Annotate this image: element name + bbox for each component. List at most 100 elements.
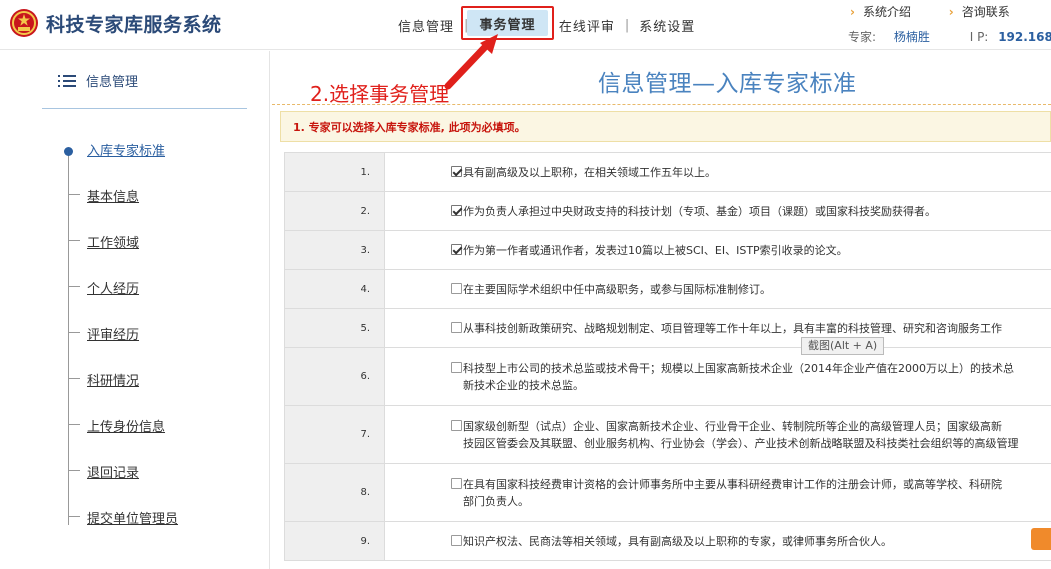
criteria-number: 5.	[284, 308, 385, 348]
app-title: 科技专家库服务系统	[46, 14, 222, 36]
criteria-checkbox[interactable]	[451, 419, 462, 431]
criteria-row: 5. 从事科技创新政策研究、战略规划制定、项目管理等工作十年以上，具有丰富的科技管…	[284, 308, 1051, 348]
top-header: 科技专家库服务系统 信息管理 | 事务管理 | 在线评审 | 系统设置 事务管理…	[0, 0, 1051, 50]
national-emblem-logo	[10, 9, 38, 37]
criteria-cell: 从事科技创新政策研究、战略规划制定、项目管理等工作十年以上，具有丰富的科技管理、…	[384, 308, 1051, 348]
contact-label: 咨询联系	[961, 5, 1010, 19]
annotation-label: 2.选择事务管理	[310, 82, 450, 106]
timeline-tick	[68, 194, 80, 195]
system-intro-link[interactable]: › 系统介绍	[850, 3, 911, 20]
criteria-row: 1. 具有副高级及以上职称，在相关领域工作五年以上。	[284, 152, 1051, 192]
sidebar-item-personal-history[interactable]: 个人经历	[87, 278, 139, 297]
criteria-row: 2. 作为负责人承担过中央财政支持的科技计划（专项、基金）项目（课题）或国家科技奖…	[284, 191, 1051, 231]
criteria-content: 知识产权法、民商法等相关领域，具有副高级及以上职称的专家，或律师事务所合伙人。	[451, 533, 1051, 550]
nav-online-review[interactable]: 在线评审	[553, 16, 621, 35]
list-menu-icon	[58, 74, 76, 88]
timeline-tick	[68, 470, 80, 471]
criteria-number: 9.	[284, 521, 385, 561]
criteria-text: 知识产权法、民商法等相关领域，具有副高级及以上职称的专家，或律师事务所合伙人。	[463, 534, 892, 548]
criteria-text: 具有副高级及以上职称，在相关领域工作五年以上。	[463, 165, 716, 179]
criteria-checkbox[interactable]	[451, 243, 462, 255]
timeline-tick	[68, 286, 80, 287]
sidebar-item-upload-id[interactable]: 上传身份信息	[87, 416, 165, 435]
criteria-cell: 在主要国际学术组织中任中高级职务，或参与国际标准制修订。	[384, 269, 1051, 309]
sidebar-item-basic-info[interactable]: 基本信息	[87, 186, 139, 205]
criteria-cell: 作为负责人承担过中央财政支持的科技计划（专项、基金）项目（课题）或国家科技奖励获…	[384, 191, 1051, 231]
criteria-cell: 在具有国家科技经费审计资格的会计师事务所中主要从事科研经费审计工作的注册会计师，…	[384, 463, 1051, 522]
criteria-row: 3. 作为第一作者或通讯作者，发表过10篇以上被SCI、EI、ISTP索引收录的论…	[284, 230, 1051, 270]
top-links: › 系统介绍 › 咨询联系	[850, 3, 1044, 20]
chevron-right-icon: ›	[850, 5, 855, 19]
divider	[42, 108, 247, 109]
criteria-number: 4.	[284, 269, 385, 309]
criteria-table: 1. 具有副高级及以上职称，在相关领域工作五年以上。 2. 作为负责人承担过中央财政支…	[284, 152, 1051, 561]
sidebar-item-research[interactable]: 科研情况	[87, 370, 139, 389]
sidebar-header: 信息管理	[58, 71, 138, 90]
criteria-content: 具有副高级及以上职称，在相关领域工作五年以上。	[451, 164, 1051, 181]
criteria-text: 技园区管委会及其联盟、创业服务机构、行业协会（学会）、产业技术创新战略联盟及科技…	[463, 436, 1019, 450]
timeline-tick	[68, 378, 80, 379]
active-dot-icon	[64, 147, 73, 156]
criteria-row: 9. 知识产权法、民商法等相关领域，具有副高级及以上职称的专家，或律师事务所合伙人…	[284, 521, 1051, 561]
criteria-content: 作为负责人承担过中央财政支持的科技计划（专项、基金）项目（课题）或国家科技奖励获…	[451, 203, 1051, 220]
criteria-checkbox[interactable]	[451, 477, 462, 489]
required-notice: 1. 专家可以选择入库专家标准, 此项为必填项。	[280, 111, 1051, 142]
criteria-text: 国家级创新型（试点）企业、国家高新技术企业、行业骨干企业、转制院所等企业的高级管…	[463, 419, 1002, 433]
sidebar-header-label: 信息管理	[86, 75, 139, 90]
criteria-cell: 知识产权法、民商法等相关领域，具有副高级及以上职称的专家，或律师事务所合伙人。	[384, 521, 1051, 561]
criteria-text: 科技型上市公司的技术总监或技术骨干；规模以上国家高新技术企业（2014年企业产值…	[463, 361, 1014, 375]
criteria-cell: 科技型上市公司的技术总监或技术骨干；规模以上国家高新技术企业（2014年企业产值…	[384, 347, 1051, 406]
user-info: 专家: 杨楠胜 I P: 192.168.	[848, 28, 1051, 45]
chevron-right-icon: ›	[948, 5, 954, 19]
system-intro-label: 系统介绍	[862, 5, 911, 19]
criteria-content: 在具有国家科技经费审计资格的会计师事务所中主要从事科研经费审计工作的注册会计师，…	[451, 476, 1051, 510]
nav-separator: |	[624, 17, 630, 33]
criteria-content: 在主要国际学术组织中任中高级职务，或参与国际标准制修订。	[451, 281, 1051, 298]
criteria-text: 新技术企业的技术总监。	[463, 378, 584, 392]
criteria-content: 从事科技创新政策研究、战略规划制定、项目管理等工作十年以上，具有丰富的科技管理、…	[451, 320, 1051, 337]
criteria-row: 4. 在主要国际学术组织中任中高级职务，或参与国际标准制修订。	[284, 269, 1051, 309]
criteria-checkbox[interactable]	[451, 204, 462, 216]
dashed-divider	[272, 104, 1051, 105]
timeline-tick	[68, 516, 80, 517]
sidebar-item-review-history[interactable]: 评审经历	[87, 324, 139, 343]
criteria-row: 6. 科技型上市公司的技术总监或技术骨干；规模以上国家高新技术企业（2014年企业…	[284, 347, 1051, 406]
contact-link[interactable]: › 咨询联系	[949, 3, 1010, 20]
criteria-cell: 作为第一作者或通讯作者，发表过10篇以上被SCI、EI、ISTP索引收录的论文。	[384, 230, 1051, 270]
sidebar-item-expert-standard[interactable]: 入库专家标准	[87, 140, 165, 159]
annotation-arrow-icon	[444, 34, 498, 90]
sidebar-item-return-records[interactable]: 退回记录	[87, 462, 139, 481]
criteria-text: 部门负责人。	[463, 494, 529, 508]
criteria-number: 2.	[284, 191, 385, 231]
criteria-text: 作为负责人承担过中央财政支持的科技计划（专项、基金）项目（课题）或国家科技奖励获…	[463, 204, 936, 218]
criteria-text: 从事科技创新政策研究、战略规划制定、项目管理等工作十年以上，具有丰富的科技管理、…	[463, 321, 1002, 335]
criteria-checkbox[interactable]	[451, 321, 462, 333]
sidebar-item-submit-admin[interactable]: 提交单位管理员	[87, 508, 178, 527]
criteria-content: 科技型上市公司的技术总监或技术骨干；规模以上国家高新技术企业（2014年企业产值…	[451, 360, 1051, 394]
criteria-cell: 具有副高级及以上职称，在相关领域工作五年以上。	[384, 152, 1051, 192]
criteria-content: 国家级创新型（试点）企业、国家高新技术企业、行业骨干企业、转制院所等企业的高级管…	[451, 418, 1051, 452]
criteria-number: 8.	[284, 463, 385, 522]
criteria-number: 7.	[284, 405, 385, 464]
ip-value: 192.168.	[998, 30, 1051, 44]
sidebar-item-work-field[interactable]: 工作领域	[87, 232, 139, 251]
nav-system-settings[interactable]: 系统设置	[633, 16, 701, 35]
criteria-text: 作为第一作者或通讯作者，发表过10篇以上被SCI、EI、ISTP索引收录的论文。	[463, 243, 848, 257]
criteria-number: 1.	[284, 152, 385, 192]
criteria-checkbox[interactable]	[451, 165, 462, 177]
floating-widget-icon[interactable]	[1031, 528, 1051, 550]
criteria-checkbox[interactable]	[451, 282, 462, 294]
timeline-tick	[68, 240, 80, 241]
criteria-checkbox[interactable]	[451, 361, 462, 373]
sidebar: 信息管理 入库专家标准 基本信息 工作领域 个人经历 评审经历 科研情况 上传身…	[0, 51, 270, 569]
timeline-tick	[68, 424, 80, 425]
criteria-content: 作为第一作者或通讯作者，发表过10篇以上被SCI、EI、ISTP索引收录的论文。	[451, 242, 1051, 259]
screenshot-tooltip: 截图(Alt + A)	[801, 337, 885, 355]
timeline-tick	[68, 332, 80, 333]
page-title: 信息管理—入库专家标准	[598, 71, 857, 97]
criteria-text: 在具有国家科技经费审计资格的会计师事务所中主要从事科研经费审计工作的注册会计师，…	[463, 477, 1002, 491]
criteria-number: 3.	[284, 230, 385, 270]
criteria-cell: 国家级创新型（试点）企业、国家高新技术企业、行业骨干企业、转制院所等企业的高级管…	[384, 405, 1051, 464]
ip-label: I P:	[969, 30, 989, 44]
criteria-checkbox[interactable]	[451, 534, 462, 546]
